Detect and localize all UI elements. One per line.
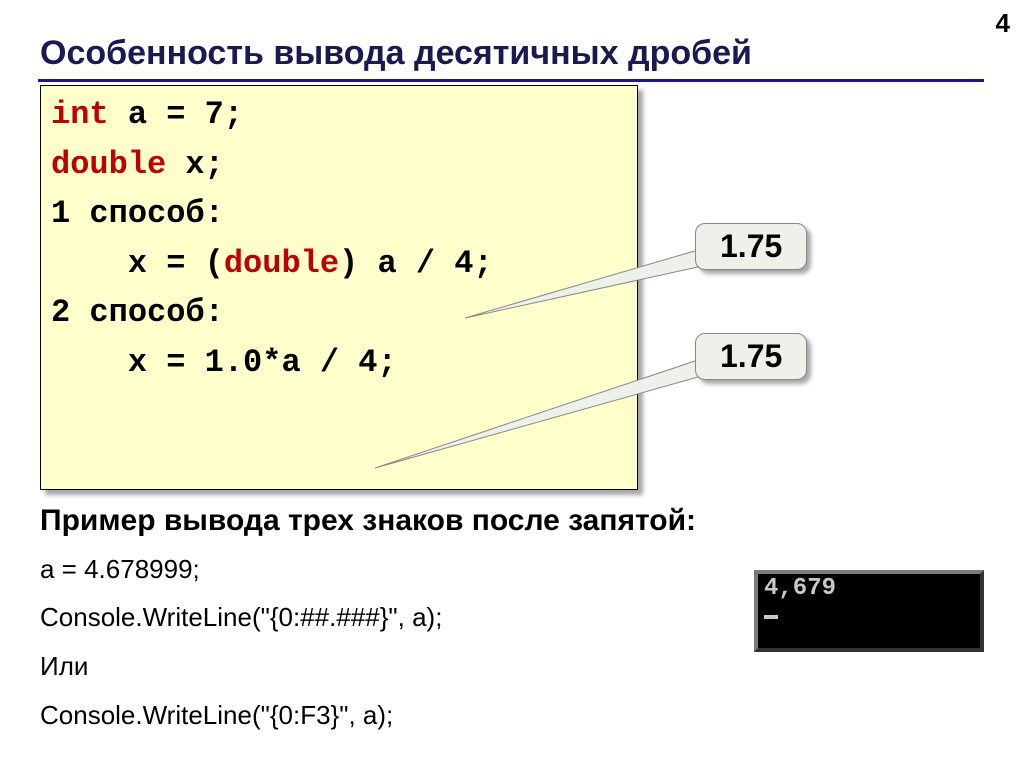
- code-text: a = 7;: [109, 96, 243, 133]
- keyword-double: double: [51, 146, 166, 183]
- example-subheading: Пример вывода трех знаков после запятой:: [40, 504, 696, 538]
- page-number: 4: [996, 8, 1010, 39]
- code-text: x;: [166, 146, 224, 183]
- keyword-int: int: [51, 96, 109, 133]
- title-divider: [38, 79, 984, 82]
- code-text: 1 способ:: [51, 195, 224, 232]
- code-text: x = 1.0*a / 4;: [51, 344, 397, 381]
- slide-title: Особенность вывода десятичных дробей: [40, 34, 752, 73]
- code-text: x = (: [51, 245, 224, 282]
- callout-result-1: 1.75: [695, 223, 807, 270]
- example-line-1: a = 4.678999;: [40, 554, 200, 585]
- console-text: 4,679: [764, 576, 974, 601]
- callout-result-2: 1.75: [695, 333, 807, 380]
- code-block: int a = 7; double x; 1 способ: x = (doub…: [40, 85, 638, 490]
- console-cursor: [764, 615, 778, 619]
- example-line-2: Console.WriteLine("{0:##.###}", a);: [40, 602, 442, 633]
- code-text: 2 способ:: [51, 294, 224, 331]
- console-output: 4,679: [754, 570, 984, 652]
- keyword-double: double: [224, 245, 339, 282]
- example-line-or: Или: [40, 651, 88, 682]
- code-text: ) a / 4;: [339, 245, 493, 282]
- example-line-4: Console.WriteLine("{0:F3}", a);: [40, 700, 393, 731]
